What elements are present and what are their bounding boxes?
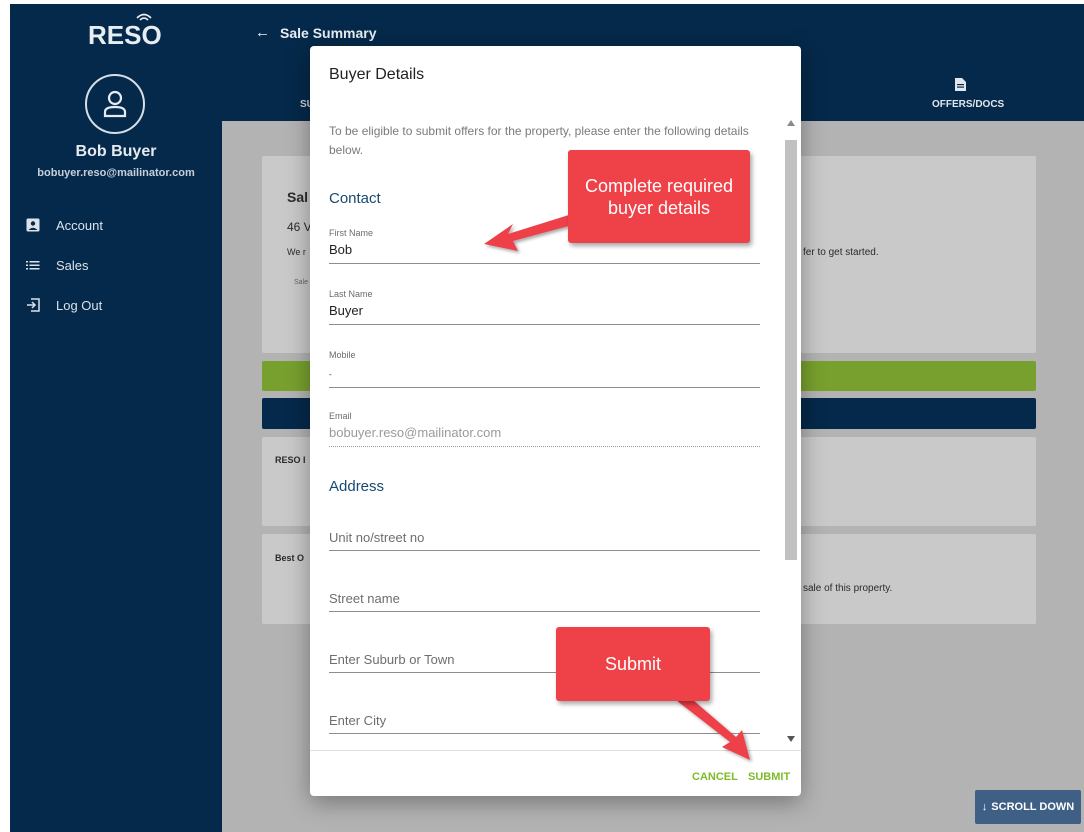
sale-card-address: 46 V [287, 220, 312, 234]
best-offer-label: Best O [275, 553, 305, 563]
sidebar-item-logout[interactable]: Log Out [26, 295, 102, 315]
contact-section-title: Contact [329, 190, 381, 207]
scroll-down-button[interactable]: ↓ SCROLL DOWN [975, 790, 1081, 824]
sale-field-label: Sale [294, 279, 309, 286]
sidebar-item-label: Sales [56, 257, 89, 273]
user-icon [103, 90, 127, 118]
dialog-scrollbar[interactable] [784, 112, 798, 750]
last-name-value[interactable]: Buyer [329, 303, 760, 325]
unit-street-no-input[interactable]: Unit no/street no [329, 530, 760, 551]
sidebar-item-account[interactable]: Account [26, 215, 103, 235]
city-placeholder[interactable]: Enter City [329, 713, 760, 734]
dialog-title: Buyer Details [329, 66, 425, 83]
mobile-label: Mobile [329, 350, 356, 360]
city-input[interactable]: Enter City [329, 713, 760, 734]
submit-button[interactable]: SUBMIT [748, 771, 790, 783]
sidebar: RESO Bob Buyer bobuyer.reso@mailinator.c… [10, 4, 222, 832]
sidebar-item-label: Log Out [56, 297, 103, 313]
sale-card-title: Sal [287, 189, 309, 205]
street-name-input[interactable]: Street name [329, 591, 760, 612]
reso-logo: RESO [88, 20, 162, 50]
callout-complete-details: Complete required buyer details [568, 150, 750, 243]
document-icon [955, 78, 966, 91]
logout-icon [26, 298, 40, 312]
street-name-placeholder[interactable]: Street name [329, 591, 760, 612]
first-name-value[interactable]: Bob [329, 242, 760, 264]
wifi-icon [136, 13, 152, 21]
list-icon [26, 258, 40, 272]
dialog-footer: CANCEL SUBMIT [310, 750, 801, 796]
tab-offers-docs[interactable]: OFFERS/DOCS [932, 99, 1004, 110]
email-label: Email [329, 411, 352, 421]
arrow-left-icon: ← [255, 24, 270, 41]
scroll-thumb[interactable] [785, 140, 797, 560]
back-button[interactable]: ← Sale Summary [255, 24, 377, 41]
sale-card-intro: We r [287, 247, 306, 257]
account-box-icon [26, 218, 40, 232]
best-offer-text: sale of this property. [803, 583, 893, 594]
last-name-label: Last Name [329, 289, 373, 299]
sidebar-item-label: Account [56, 217, 103, 233]
scroll-up-arrow-icon[interactable] [787, 120, 795, 126]
address-section-title: Address [329, 478, 385, 495]
avatar [85, 74, 145, 134]
cancel-button[interactable]: CANCEL [692, 771, 738, 783]
scroll-down-arrow-icon[interactable] [787, 736, 795, 742]
sale-card-intro-right: fer to get started. [803, 247, 879, 258]
arrow-down-icon: ↓ [981, 801, 988, 813]
callout-submit: Submit [556, 627, 710, 701]
last-name-field[interactable]: Last Name Buyer [329, 289, 760, 325]
mobile-field[interactable]: Mobile - [329, 350, 760, 388]
mobile-value[interactable]: - [329, 364, 760, 388]
email-value: bobuyer.reso@mailinator.com [329, 425, 760, 447]
email-field: Email bobuyer.reso@mailinator.com [329, 411, 760, 447]
reso-card-label: RESO I [275, 455, 306, 465]
page-title: Sale Summary [280, 24, 377, 41]
scroll-down-label: SCROLL DOWN [991, 801, 1075, 813]
user-email: bobuyer.reso@mailinator.com [37, 167, 195, 179]
user-name: Bob Buyer [75, 143, 157, 160]
sidebar-item-sales[interactable]: Sales [26, 255, 89, 275]
unit-street-no-placeholder[interactable]: Unit no/street no [329, 530, 760, 551]
